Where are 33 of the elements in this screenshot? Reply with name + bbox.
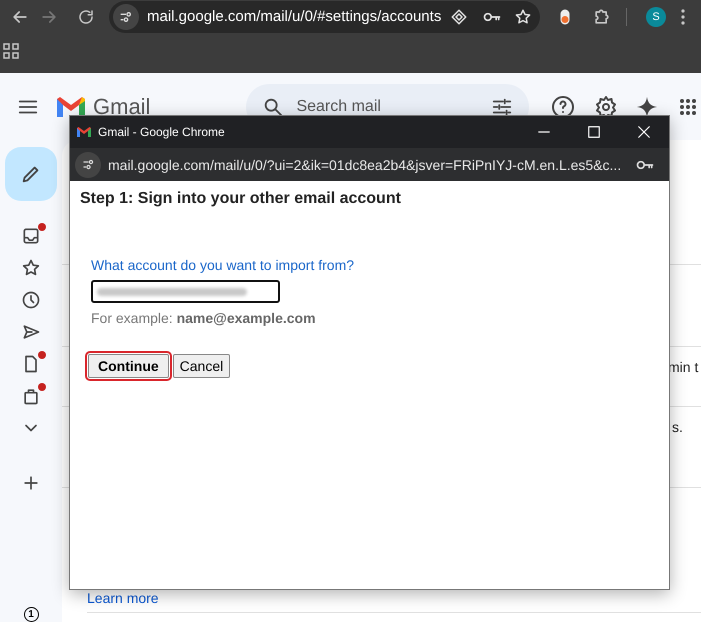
background-text: s. [672, 419, 683, 435]
close-icon[interactable] [637, 125, 651, 139]
url-text: mail.google.com/mail/u/0/?ui=2&ik=01dc8ea2b4&jsver=FRiPnIYJ-cM.en.L.es5&c... [108, 156, 622, 172]
gmail-logo-icon [76, 126, 92, 138]
clock-icon[interactable] [21, 290, 41, 310]
apps-grid-icon[interactable] [3, 43, 19, 59]
profile-avatar[interactable]: S [646, 6, 666, 26]
inbox-icon[interactable] [21, 226, 41, 246]
product-name: Gmail [93, 94, 150, 120]
maximize-icon[interactable] [587, 125, 601, 139]
gmail-logo-icon [55, 94, 87, 118]
email-field[interactable] [91, 280, 280, 303]
sparkle-icon[interactable] [636, 96, 658, 118]
dialog-heading: Step 1: Sign into your other email account [80, 190, 402, 208]
field-label: What account do you want to import from? [91, 257, 356, 273]
cancel-button[interactable]: Cancel [172, 354, 230, 378]
url-text: mail.google.com/mail/u/0/#settings/accounts [147, 8, 442, 25]
learn-more-link[interactable]: Learn more [87, 590, 159, 606]
continue-button[interactable]: Continue [88, 354, 169, 378]
apps-grid-icon[interactable] [679, 98, 698, 116]
window-title: Gmail - Google Chrome [98, 125, 226, 139]
star-icon[interactable] [21, 258, 41, 278]
reload-icon[interactable] [77, 8, 95, 26]
star-outline-icon[interactable] [514, 8, 532, 26]
compose-button[interactable] [5, 147, 57, 201]
diamond-icon[interactable] [450, 8, 468, 26]
example-hint: For example: name@example.com [91, 310, 317, 326]
kebab-menu-icon[interactable] [681, 8, 685, 24]
address-bar[interactable]: mail.google.com/mail/u/0/#settings/accounts [109, 0, 540, 32]
extension-icon[interactable] [560, 8, 570, 24]
site-settings-icon[interactable] [113, 4, 139, 30]
count-badge: 1 [24, 606, 38, 622]
site-settings-icon[interactable] [75, 152, 101, 178]
